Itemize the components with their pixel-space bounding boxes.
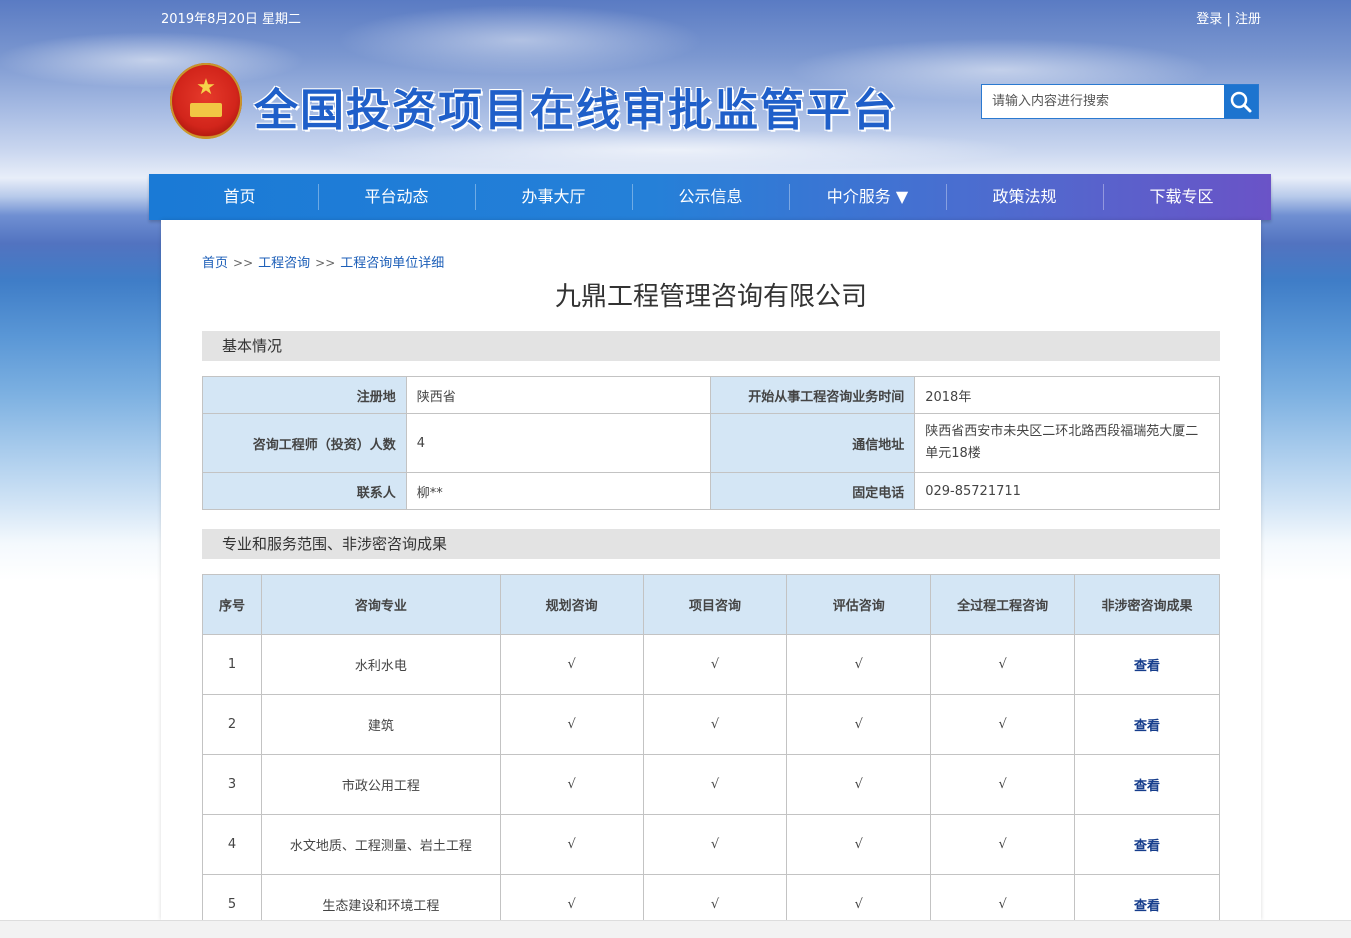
row-results-cell: 查看 bbox=[1074, 814, 1220, 875]
breadcrumb-engineering-consulting[interactable]: 工程咨询 bbox=[258, 256, 310, 271]
nav-agency-services[interactable]: 中介服务 ▼ bbox=[789, 174, 946, 220]
table-header-row: 序号 咨询专业 规划咨询 项目咨询 评估咨询 全过程工程咨询 非涉密咨询成果 bbox=[202, 574, 1220, 635]
row-no: 4 bbox=[202, 814, 262, 875]
phone-value: 029-85721711 bbox=[914, 472, 1220, 510]
auth-divider: | bbox=[1226, 12, 1231, 27]
reg-label: 注册地 bbox=[202, 376, 407, 414]
view-link[interactable]: 查看 bbox=[1134, 659, 1160, 674]
view-link[interactable]: 查看 bbox=[1134, 839, 1160, 854]
row-planning-check: √ bbox=[499, 754, 644, 815]
search-input[interactable] bbox=[982, 85, 1224, 118]
table-row: 注册地 陕西省 开始从事工程咨询业务时间 2018年 bbox=[202, 376, 1220, 414]
current-date: 2019年8月20日 星期二 bbox=[161, 12, 302, 27]
nav-downloads[interactable]: 下载专区 bbox=[1103, 174, 1260, 220]
row-results-cell: 查看 bbox=[1074, 694, 1220, 755]
search-box bbox=[981, 84, 1259, 119]
start-label: 开始从事工程咨询业务时间 bbox=[710, 376, 916, 414]
site-title: 全国投资项目在线审批监管平台 bbox=[254, 85, 898, 136]
col-header-project: 项目咨询 bbox=[642, 574, 788, 635]
register-link[interactable]: 注册 bbox=[1235, 12, 1261, 27]
engineers-label: 咨询工程师（投资）人数 bbox=[202, 413, 407, 473]
nav-home[interactable]: 首页 bbox=[161, 174, 318, 220]
engineers-value: 4 bbox=[405, 413, 712, 473]
col-header-no: 序号 bbox=[202, 574, 262, 635]
row-no: 3 bbox=[202, 754, 262, 815]
nav-policies[interactable]: 政策法规 bbox=[946, 174, 1103, 220]
scope-header: 专业和服务范围、非涉密咨询成果 bbox=[202, 529, 1220, 559]
view-link[interactable]: 查看 bbox=[1134, 899, 1160, 914]
row-project-check: √ bbox=[642, 754, 788, 815]
top-bar: 2019年8月20日 星期二 登录 | 注册 bbox=[161, 8, 1261, 27]
col-header-whole-process: 全过程工程咨询 bbox=[930, 574, 1076, 635]
row-whole-process-check: √ bbox=[930, 754, 1076, 815]
table-row: 1 水利水电 √ √ √ √ 查看 bbox=[202, 634, 1220, 695]
row-major: 建筑 bbox=[260, 694, 501, 755]
horizontal-scrollbar[interactable] bbox=[0, 920, 1351, 938]
row-assessment-check: √ bbox=[786, 694, 932, 755]
col-header-results: 非涉密咨询成果 bbox=[1074, 574, 1220, 635]
table-row: 3 市政公用工程 √ √ √ √ 查看 bbox=[202, 754, 1220, 815]
row-assessment-check: √ bbox=[786, 814, 932, 875]
nav-service-hall[interactable]: 办事大厅 bbox=[475, 174, 632, 220]
row-no: 1 bbox=[202, 634, 262, 695]
start-value: 2018年 bbox=[914, 376, 1220, 414]
row-no: 2 bbox=[202, 694, 262, 755]
login-link[interactable]: 登录 bbox=[1196, 12, 1222, 27]
row-results-cell: 查看 bbox=[1074, 754, 1220, 815]
row-project-check: √ bbox=[642, 814, 788, 875]
view-link[interactable]: 查看 bbox=[1134, 719, 1160, 734]
nav-platform-news[interactable]: 平台动态 bbox=[318, 174, 475, 220]
basic-info-table: 注册地 陕西省 开始从事工程咨询业务时间 2018年 咨询工程师（投资）人数 4… bbox=[202, 376, 1220, 510]
row-project-check: √ bbox=[642, 634, 788, 695]
col-header-major: 咨询专业 bbox=[260, 574, 501, 635]
row-planning-check: √ bbox=[499, 694, 644, 755]
scope-table: 序号 咨询专业 规划咨询 项目咨询 评估咨询 全过程工程咨询 非涉密咨询成果 1… bbox=[202, 574, 1220, 935]
col-header-planning: 规划咨询 bbox=[499, 574, 644, 635]
auth-links: 登录 | 注册 bbox=[1196, 8, 1261, 27]
table-row: 联系人 柳** 固定电话 029-85721711 bbox=[202, 472, 1220, 510]
view-link[interactable]: 查看 bbox=[1134, 779, 1160, 794]
main-nav: 首页 平台动态 办事大厅 公示信息 中介服务 ▼ 政策法规 下载专区 bbox=[149, 174, 1271, 220]
contact-value: 柳** bbox=[405, 472, 712, 510]
basic-info-header: 基本情况 bbox=[202, 331, 1220, 361]
table-row: 2 建筑 √ √ √ √ 查看 bbox=[202, 694, 1220, 755]
address-value: 陕西省西安市未央区二环北路西段福瑞苑大厦二单元18楼 bbox=[914, 413, 1220, 473]
col-header-assessment: 评估咨询 bbox=[786, 574, 932, 635]
row-project-check: √ bbox=[642, 694, 788, 755]
row-results-cell: 查看 bbox=[1074, 634, 1220, 695]
nav-public-info[interactable]: 公示信息 bbox=[632, 174, 789, 220]
reg-value: 陕西省 bbox=[405, 376, 712, 414]
breadcrumb-unit-detail[interactable]: 工程咨询单位详细 bbox=[340, 256, 444, 271]
row-whole-process-check: √ bbox=[930, 814, 1076, 875]
row-assessment-check: √ bbox=[786, 634, 932, 695]
row-planning-check: √ bbox=[499, 814, 644, 875]
company-title: 九鼎工程管理咨询有限公司 bbox=[554, 282, 867, 312]
address-label: 通信地址 bbox=[710, 413, 916, 473]
breadcrumb-home[interactable]: 首页 bbox=[202, 256, 228, 271]
table-row: 咨询工程师（投资）人数 4 通信地址 陕西省西安市未央区二环北路西段福瑞苑大厦二… bbox=[202, 413, 1220, 473]
search-icon bbox=[1230, 91, 1252, 113]
row-planning-check: √ bbox=[499, 634, 644, 695]
row-whole-process-check: √ bbox=[930, 694, 1076, 755]
row-assessment-check: √ bbox=[786, 754, 932, 815]
phone-label: 固定电话 bbox=[710, 472, 916, 510]
national-emblem-icon: ★ bbox=[170, 63, 242, 139]
breadcrumb: 首页 >> 工程咨询 >> 工程咨询单位详细 bbox=[202, 256, 445, 271]
table-row: 4 水文地质、工程测量、岩土工程 √ √ √ √ 查看 bbox=[202, 814, 1220, 875]
contact-label: 联系人 bbox=[202, 472, 407, 510]
row-whole-process-check: √ bbox=[930, 634, 1076, 695]
row-major: 水利水电 bbox=[260, 634, 501, 695]
row-major: 水文地质、工程测量、岩土工程 bbox=[260, 814, 501, 875]
row-major: 市政公用工程 bbox=[260, 754, 501, 815]
search-button[interactable] bbox=[1224, 85, 1258, 118]
